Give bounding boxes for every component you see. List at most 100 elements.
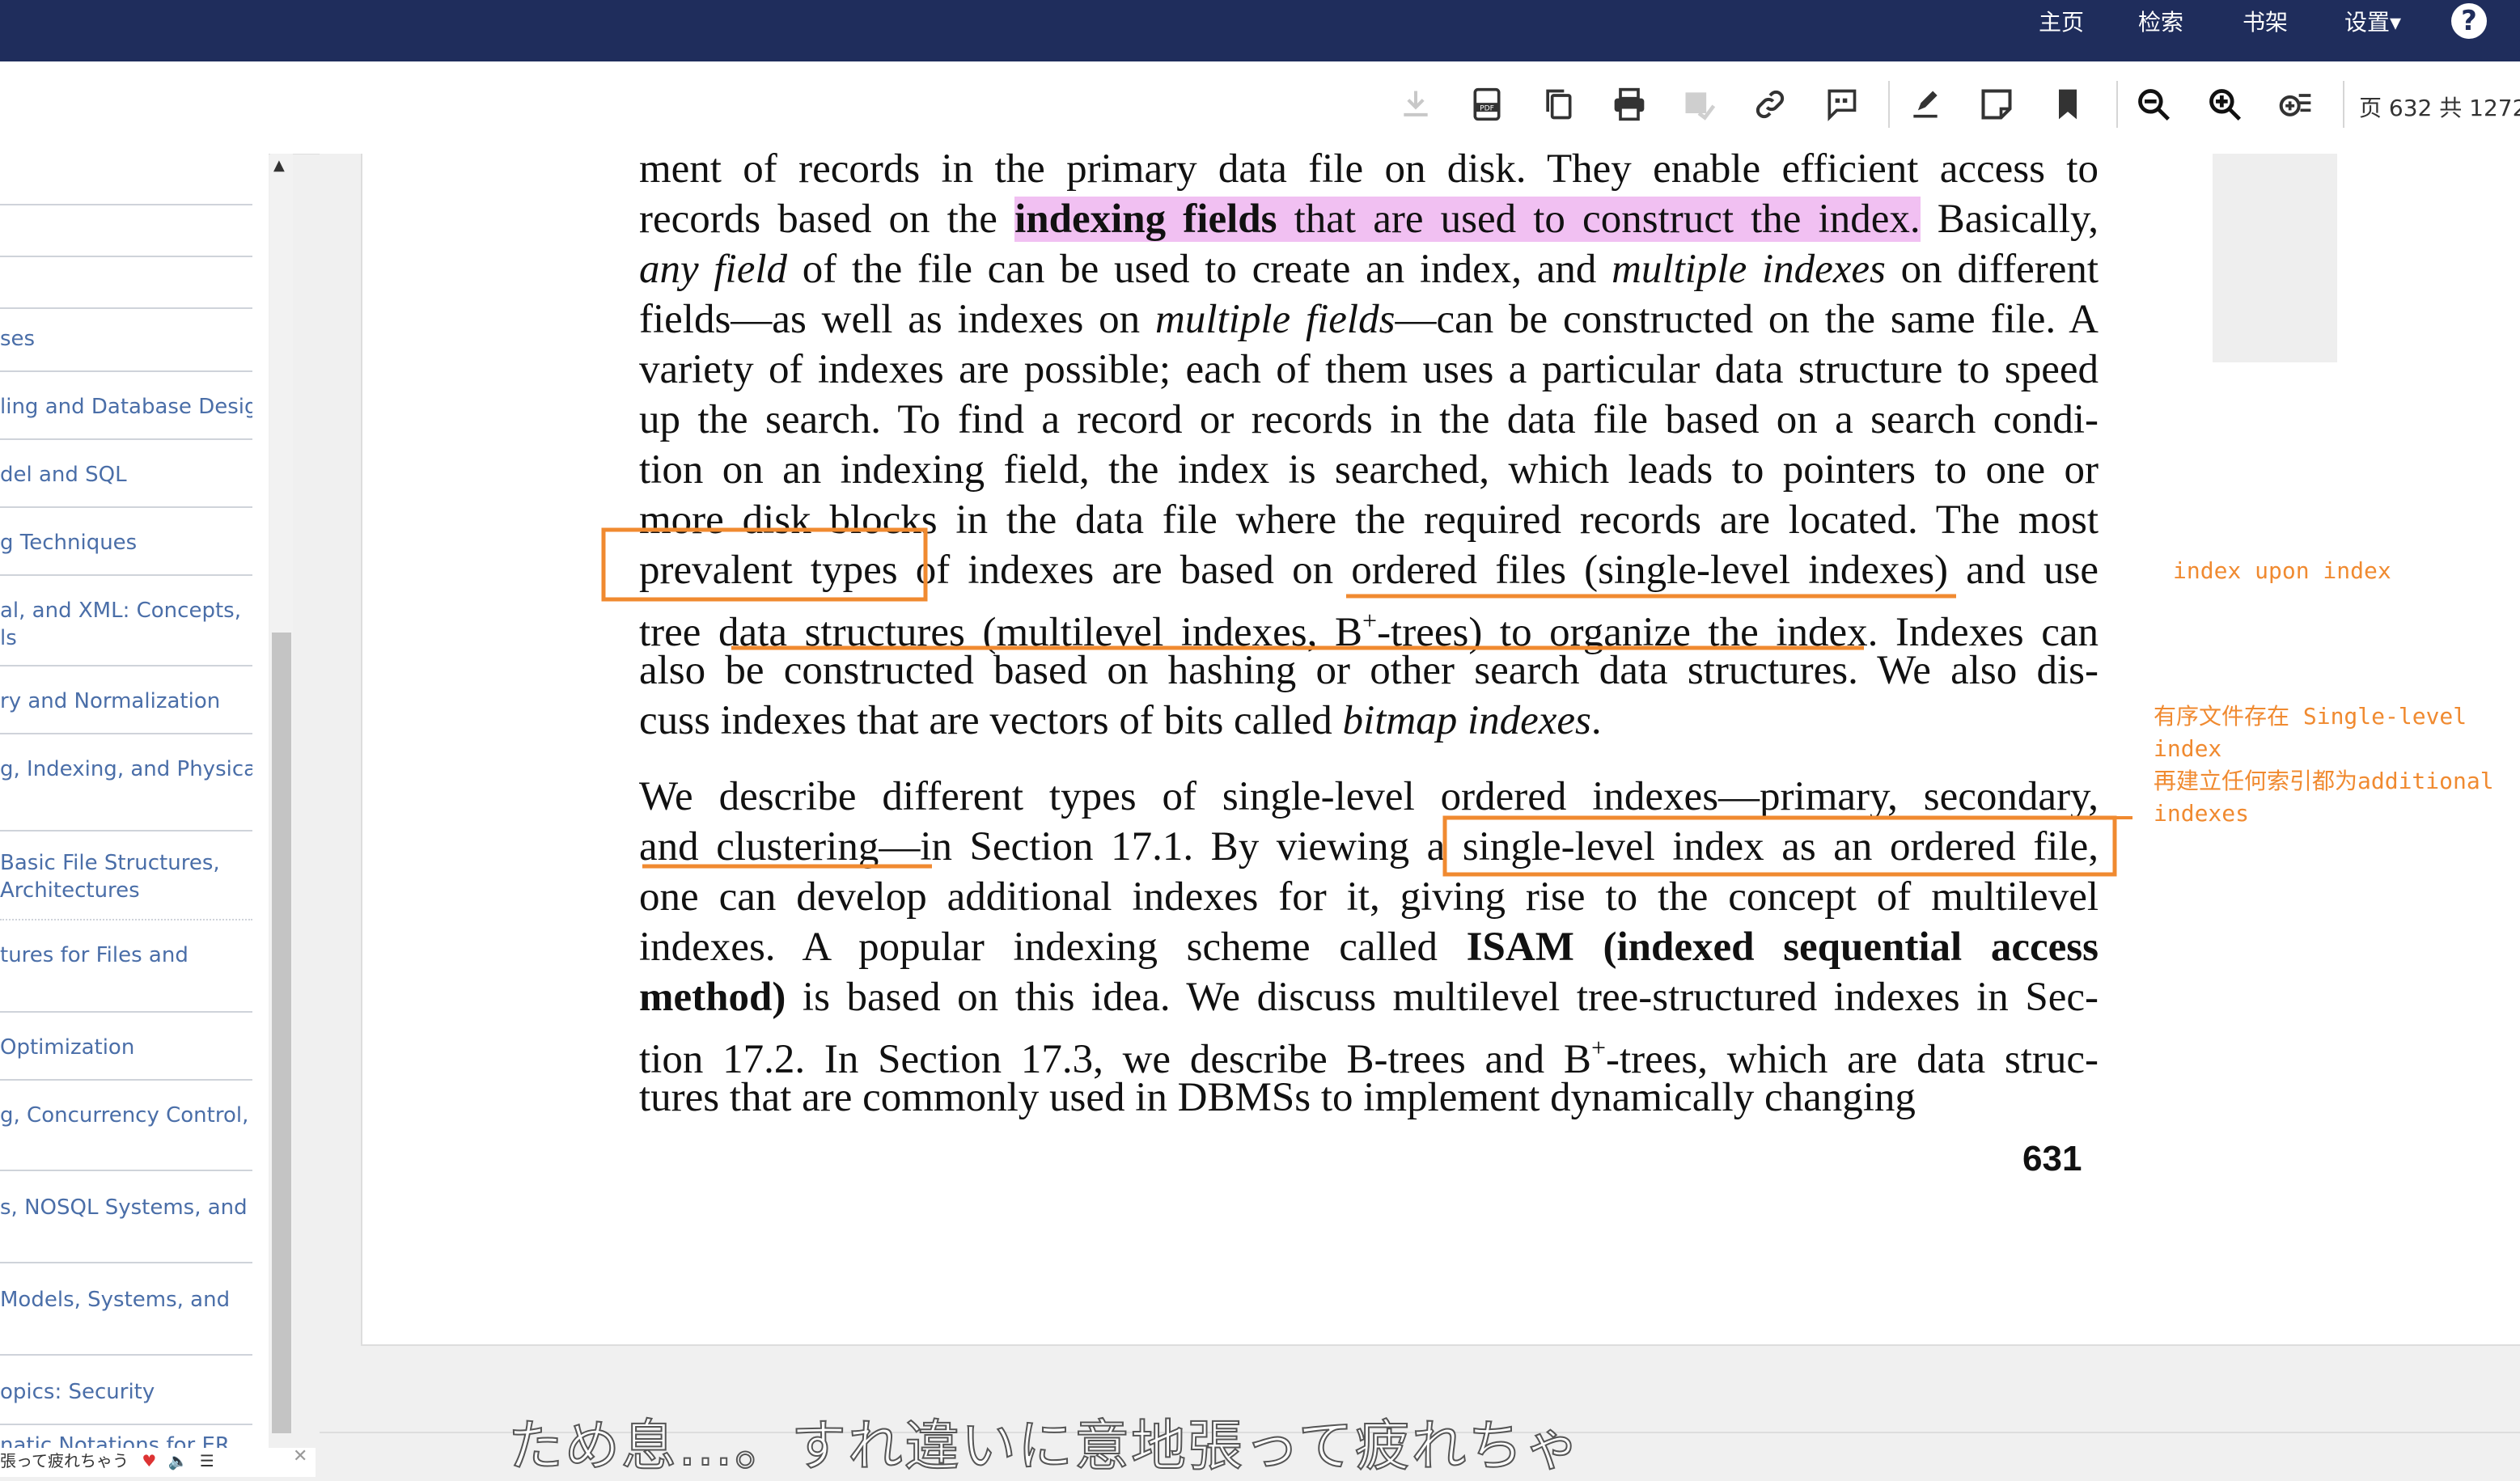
highlighted-bold-term: indexing fields bbox=[1014, 197, 1277, 242]
zoom-out-icon[interactable] bbox=[2134, 85, 2173, 124]
text-run: and clustering—in Section 17.1. By viewi… bbox=[639, 824, 2099, 870]
text-line: records based on the indexing fields tha… bbox=[639, 194, 2099, 244]
toc-item[interactable]: opics: Security bbox=[0, 1378, 252, 1425]
volume-icon[interactable]: 🔈 bbox=[168, 1451, 188, 1470]
text-line: prevalent types of indexes are based on … bbox=[639, 545, 2099, 595]
superscript: + bbox=[1362, 606, 1378, 635]
italic-term: bitmap indexes bbox=[1342, 698, 1591, 743]
text-run: fields—as well as indexes on bbox=[639, 297, 1155, 342]
text-run: —can be constructed on the same file. A bbox=[1395, 297, 2099, 342]
toc-sidebar: ses ling and Database Design del and SQL… bbox=[0, 154, 269, 1477]
page-number: 631 bbox=[2022, 1139, 2082, 1178]
text-run: tures that are commonly used in DBMSs to… bbox=[639, 1075, 1916, 1120]
toc-item[interactable]: del and SQL bbox=[0, 461, 252, 508]
toc-item[interactable]: al, and XML: Concepts, ls bbox=[0, 597, 252, 666]
toc-item[interactable] bbox=[0, 154, 252, 205]
toolbar-separator bbox=[2116, 81, 2118, 128]
text-line: also be constructed based on hashing or … bbox=[639, 645, 2099, 696]
toc-item[interactable]: ry and Normalization bbox=[0, 688, 252, 734]
text-run: up the search. To find a record or recor… bbox=[639, 397, 2099, 442]
nav-home[interactable]: 主页 bbox=[2039, 0, 2084, 45]
text-line: indexes. A popular indexing scheme calle… bbox=[639, 922, 2099, 972]
toc-item[interactable]: ses bbox=[0, 325, 252, 372]
playlist-icon[interactable]: ☰ bbox=[200, 1451, 214, 1470]
text-run: on different bbox=[1885, 247, 2099, 292]
text-line: more disk blocks in the data file where … bbox=[639, 495, 2099, 545]
toc-item[interactable] bbox=[0, 205, 252, 257]
link-icon[interactable] bbox=[1751, 85, 1789, 124]
nav-settings[interactable]: 设置▾ bbox=[2344, 0, 2401, 45]
annotation-note-single-level[interactable]: 有序文件存在 Single-level index 再建立任何索引都为addit… bbox=[2154, 700, 2494, 830]
nav-search[interactable]: 检索 bbox=[2138, 0, 2183, 45]
toc-item[interactable]: Models, Systems, and bbox=[0, 1286, 252, 1356]
zoom-in-icon[interactable] bbox=[2205, 85, 2244, 124]
close-icon[interactable]: ✕ bbox=[293, 1446, 307, 1466]
text-line: any field of the file can be used to cre… bbox=[639, 244, 2099, 294]
svg-text:PDF: PDF bbox=[1480, 104, 1494, 112]
ocr-icon[interactable] bbox=[1679, 85, 1718, 124]
text-line: fields—as well as indexes on multiple fi… bbox=[639, 294, 2099, 345]
text-run: Basically, bbox=[1920, 197, 2099, 242]
toc-item[interactable]: ling and Database Design bbox=[0, 393, 252, 440]
page-indicator[interactable]: 页 632 共 1272 bbox=[2359, 91, 2520, 123]
nav-bookshelf[interactable]: 书架 bbox=[2243, 0, 2288, 45]
text-run: records based on the bbox=[639, 197, 1015, 242]
text-line: We describe different types of single-le… bbox=[639, 772, 2099, 822]
download-icon[interactable] bbox=[1396, 85, 1435, 124]
scroll-up-arrow-icon[interactable]: ▲ bbox=[273, 157, 285, 174]
toc-item[interactable] bbox=[0, 257, 252, 309]
text-run: We describe different types of single-le… bbox=[639, 774, 2099, 819]
text-line: variety of indexes are possible; each of… bbox=[639, 345, 2099, 395]
italic-term: multiple fields bbox=[1154, 297, 1396, 342]
superscript: + bbox=[1590, 1033, 1606, 1062]
text-run: one can develop additional indexes for i… bbox=[639, 874, 2099, 920]
text-line: and clustering—in Section 17.1. By viewi… bbox=[639, 822, 2099, 872]
mini-player-strip[interactable]: 張って疲れちゃう ♥ 🔈 ☰ bbox=[0, 1448, 316, 1477]
text-line: method) is based on this idea. We discus… bbox=[639, 972, 2099, 1022]
text-run: indexes. A popular indexing scheme calle… bbox=[639, 925, 1467, 970]
highlighter-icon[interactable] bbox=[1906, 85, 1945, 124]
toolbar-separator bbox=[2343, 81, 2344, 128]
text-line: tion on an indexing field, the index is … bbox=[639, 445, 2099, 495]
comment-icon[interactable] bbox=[1822, 85, 1861, 124]
toc-item[interactable]: tures for Files and bbox=[0, 941, 252, 1013]
text-run: is based on this idea. We discuss multil… bbox=[786, 975, 2099, 1020]
help-icon[interactable]: ? bbox=[2451, 3, 2487, 39]
toc-item[interactable]: Optimization bbox=[0, 1034, 252, 1081]
toc-item[interactable]: g, Concurrency Control, bbox=[0, 1102, 252, 1171]
text-run: . bbox=[1590, 698, 1602, 743]
text-run: more disk blocks in the data file where … bbox=[639, 497, 2099, 543]
toc-item[interactable]: g, Indexing, and Physical bbox=[0, 755, 252, 831]
text-run: ment of records in the primary data file… bbox=[639, 146, 2099, 192]
text-run: prevalent types of indexes are based on … bbox=[639, 548, 2099, 593]
text-run: variety of indexes are possible; each of… bbox=[639, 347, 2099, 392]
toc-item[interactable]: s, NOSQL Systems, and bbox=[0, 1194, 252, 1263]
text-line: cuss indexes that are vectors of bits ca… bbox=[639, 696, 2099, 746]
bold-term: ISAM (indexed sequential access bbox=[1466, 925, 2099, 970]
page-thumbnail-placeholder bbox=[2213, 154, 2337, 362]
toc-item[interactable]: Basic File Structures, Architectures bbox=[0, 849, 252, 920]
text-line: one can develop additional indexes for i… bbox=[639, 872, 2099, 922]
sidebar-scroll-thumb[interactable] bbox=[272, 633, 291, 1433]
toc-item[interactable]: g Techniques bbox=[0, 529, 252, 576]
fit-width-icon[interactable] bbox=[2276, 85, 2315, 124]
bold-term: method) bbox=[639, 975, 786, 1020]
toolbar-separator bbox=[1888, 81, 1890, 128]
lyrics-subtitle: ため息…。すれ違いに意地張って疲れちゃ bbox=[507, 1414, 1582, 1479]
text-line: up the search. To find a record or recor… bbox=[639, 395, 2099, 445]
pdf-icon[interactable]: PDF bbox=[1468, 85, 1506, 124]
text-run: also be constructed based on hashing or … bbox=[639, 648, 2099, 693]
italic-term: any field bbox=[639, 247, 788, 292]
print-icon[interactable] bbox=[1610, 85, 1649, 124]
top-nav-bar: 主页 检索 书架 设置▾ ? bbox=[0, 0, 2520, 61]
note-icon[interactable] bbox=[1977, 85, 2016, 124]
annotation-note-index-upon-index[interactable]: index upon index bbox=[2173, 555, 2391, 587]
bookmark-icon[interactable] bbox=[2048, 85, 2087, 124]
highlighted-text: that are used to construct the index. bbox=[1277, 197, 1921, 242]
copy-icon[interactable] bbox=[1539, 85, 1578, 124]
text-run: of the file can be used to create an ind… bbox=[787, 247, 1612, 292]
mini-player-title: 張って疲れちゃう bbox=[0, 1451, 129, 1470]
text-line: ment of records in the primary data file… bbox=[639, 144, 2099, 194]
heart-icon[interactable]: ♥ bbox=[142, 1451, 156, 1470]
text-run: tion on an indexing field, the index is … bbox=[639, 447, 2099, 493]
